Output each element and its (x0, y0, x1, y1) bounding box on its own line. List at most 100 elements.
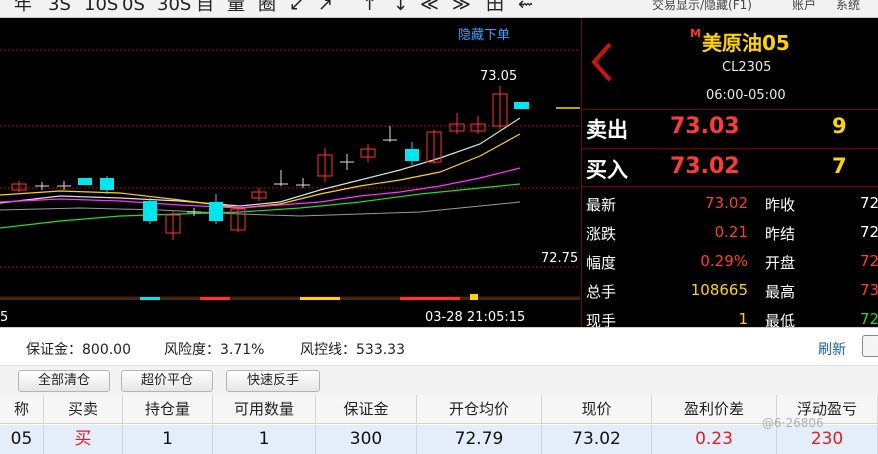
stat-label-high: 最高 (765, 283, 796, 301)
volume-bars (0, 294, 580, 300)
arrow-down-left-icon[interactable]: ↙ (289, 0, 304, 16)
table-cell-profit-spread[interactable]: 0.23 (652, 425, 777, 454)
column-header-name[interactable]: 称 (0, 395, 44, 424)
table-cell-margin[interactable]: 300 (316, 425, 417, 454)
account-bar: 保证金：800.00 风险度：3.71% 风控线：533.33 刷新 (0, 327, 878, 365)
contract-code: CL2305 (722, 60, 772, 75)
candle (449, 113, 465, 134)
stat-label-pct: 幅度 (586, 254, 617, 272)
margin-text: 保证金：800.00 (26, 342, 131, 358)
divider (582, 148, 878, 149)
candle (317, 148, 333, 182)
hide-orders-link[interactable]: 隐藏下单 (458, 28, 510, 43)
candle (57, 181, 71, 190)
kline-chart[interactable]: 隐藏下单 73.05 72.75 03-28 21:05:15 5 (0, 18, 580, 327)
candle (78, 178, 92, 185)
bid-label: 买入 (586, 158, 628, 182)
column-header-margin[interactable]: 保证金 (316, 395, 417, 424)
custom-period-button[interactable]: 自 (196, 0, 214, 16)
stat-value-open: 72 (860, 252, 878, 270)
candle (187, 208, 201, 216)
column-header-available[interactable]: 可用数量 (213, 395, 316, 424)
high-price-label: 73.05 (480, 69, 517, 84)
risk-text: 风险度：3.71% (164, 342, 265, 358)
stat-label-prev-close: 昨收 (765, 196, 796, 214)
candle (143, 198, 157, 224)
stat-value-last-volume: 1 (738, 310, 748, 328)
ask-label: 卖出 (586, 118, 628, 142)
action-bar: 全部清仓 超价平仓 快速反手 (0, 365, 878, 395)
ask-price[interactable]: 73.03 (670, 114, 740, 139)
contract-name-text: 美原油05 (701, 31, 790, 55)
back-arrow-icon[interactable] (584, 38, 618, 86)
refresh-link[interactable]: 刷新 (818, 339, 846, 359)
candle (514, 102, 529, 109)
candle (405, 142, 419, 165)
candle (11, 181, 27, 192)
volume-button[interactable]: 量 (227, 0, 245, 16)
stat-value-prev-close: 72 (860, 194, 878, 212)
candle (296, 178, 310, 188)
arrow-up-icon[interactable]: ↑ (362, 0, 377, 16)
table-cell-current[interactable]: 73.02 (542, 425, 652, 454)
low-line-label: 72.75 (541, 251, 578, 266)
zoom-in-icon[interactable]: ≫ (452, 0, 471, 16)
trading-hours: 06:00-05:00 (706, 88, 786, 103)
table-cell-open-avg[interactable]: 72.79 (417, 425, 542, 454)
candle (165, 211, 181, 240)
stat-value-change: 0.21 (714, 223, 748, 241)
candle (209, 194, 223, 224)
ma-line-white (0, 117, 521, 207)
divider (582, 109, 878, 110)
period-3s-button[interactable]: 3S (48, 0, 71, 16)
grid-layout-icon[interactable]: 田 (486, 0, 504, 16)
divider (582, 186, 878, 187)
table-cell-name[interactable]: 05 (0, 425, 44, 454)
risk-line-text: 风控线：533.33 (300, 342, 405, 358)
toggle-trade-panel-button[interactable]: 交易显示/隐藏(F1) (652, 0, 752, 13)
kline-chart-svg: 隐藏下单 73.05 72.75 03-28 21:05:15 5 (0, 28, 580, 325)
stat-label-volume: 总手 (586, 283, 617, 301)
column-header-open-avg[interactable]: 开仓均价 (417, 395, 542, 424)
stat-value-last: 73.02 (705, 194, 748, 212)
table-cell-side[interactable]: 买 (44, 425, 123, 454)
lock-icon[interactable] (862, 335, 878, 357)
arrow-up-right-icon[interactable]: ↗ (318, 0, 333, 16)
arrow-down-icon[interactable]: ↓ (393, 0, 408, 16)
system-menu[interactable]: 系统 (836, 0, 860, 13)
bid-price[interactable]: 73.02 (670, 154, 740, 179)
period-0s-button[interactable]: 0S (122, 0, 145, 16)
draw-circle-button[interactable]: 圈 (258, 0, 276, 16)
quick-reverse-button[interactable]: 快速反手 (226, 370, 320, 392)
candle (383, 126, 397, 142)
over-price-close-button[interactable]: 超价平仓 (121, 370, 213, 392)
stat-value-pct: 0.29% (700, 252, 748, 270)
period-30s-button[interactable]: 30S (157, 0, 191, 16)
close-all-button[interactable]: 全部清仓 (18, 370, 110, 392)
draw-tool-icon[interactable]: ⇜ (518, 0, 533, 16)
stat-value-volume: 108665 (690, 281, 748, 299)
stat-label-open: 开盘 (765, 254, 796, 272)
period-year-button[interactable]: 年 (14, 0, 32, 16)
period-10s-button[interactable]: 10S (84, 0, 118, 16)
candle (360, 144, 376, 162)
column-header-side[interactable]: 买卖 (44, 395, 123, 424)
watermark: @6·26806 (762, 416, 824, 430)
zoom-out-icon[interactable]: ≪ (420, 0, 439, 16)
candle (492, 86, 508, 129)
table-cell-position[interactable]: 1 (123, 425, 213, 454)
column-header-current[interactable]: 现价 (542, 395, 652, 424)
table-cell-available[interactable]: 1 (213, 425, 316, 454)
stat-value-prev-settle: 72 (860, 223, 878, 241)
candle (251, 188, 267, 201)
quote-panel: M美原油05 CL2305 06:00-05:00 卖出 73.03 9 买入 … (581, 18, 878, 330)
column-header-position[interactable]: 持仓量 (123, 395, 213, 424)
positions-table: 称 买卖 持仓量 可用数量 保证金 开仓均价 现价 盈利价差 浮动盈亏 05 买… (0, 395, 878, 454)
stat-value-low: 72 (860, 310, 878, 328)
bid-volume: 7 (832, 154, 847, 178)
column-header-profit-spread[interactable]: 盈利价差 (652, 395, 777, 424)
axis-edge-label: 5 (0, 310, 8, 325)
account-menu[interactable]: 账户 (792, 0, 816, 13)
stat-label-last: 最新 (586, 196, 617, 214)
candle (100, 176, 114, 194)
